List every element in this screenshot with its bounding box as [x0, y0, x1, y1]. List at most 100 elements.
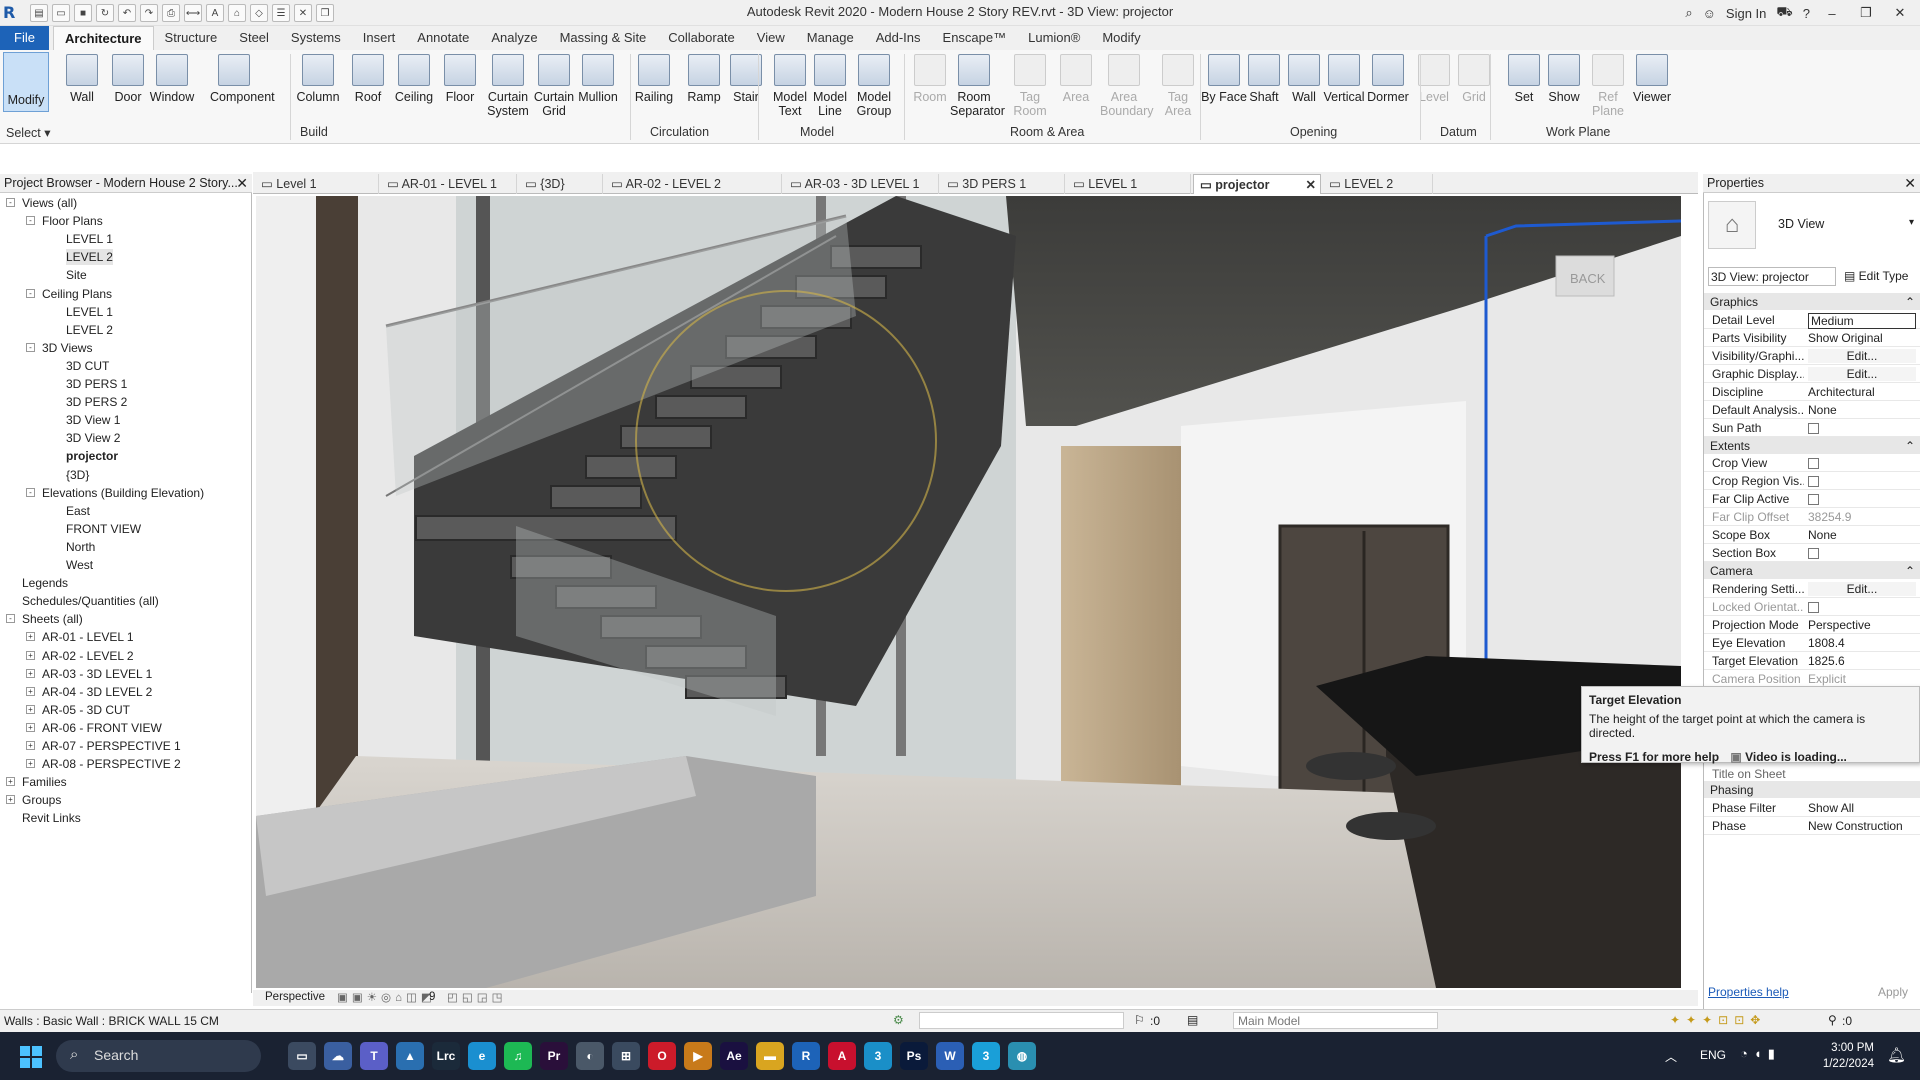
ribbon-tab-manage[interactable]: Manage — [796, 26, 865, 50]
chevron-up-icon[interactable]: ︿ — [1665, 1048, 1677, 1065]
ribbon-tab-steel[interactable]: Steel — [228, 26, 280, 50]
expand-icon[interactable]: + — [26, 668, 35, 678]
tree-item[interactable]: North — [66, 539, 95, 555]
notification-icon[interactable]: 🔔︎ — [1887, 1046, 1906, 1064]
tree-item[interactable]: Groups — [22, 792, 61, 808]
worksharing-icon[interactable]: ⚙ — [893, 1013, 904, 1027]
tree-item[interactable]: 3D CUT — [66, 358, 109, 374]
show-button[interactable]: Show — [1540, 54, 1588, 104]
tree-item[interactable]: FRONT VIEW — [66, 521, 141, 537]
property-checkbox[interactable] — [1808, 456, 1916, 470]
tree-item[interactable]: AR-06 - FRONT VIEW — [42, 720, 162, 736]
ribbon-tab-view[interactable]: View — [746, 26, 796, 50]
collapse-icon[interactable]: - — [6, 198, 15, 207]
property-group-header[interactable]: Phasing — [1704, 781, 1920, 798]
checkbox[interactable] — [1808, 476, 1819, 488]
property-group-header[interactable]: Extents ⌃ — [1704, 436, 1920, 454]
ribbon-tab-architecture[interactable]: Architecture — [52, 26, 154, 50]
onedrive-icon[interactable]: ☁ — [324, 1042, 352, 1070]
select-dropdown[interactable]: Select ▾ — [6, 125, 51, 140]
expand-icon[interactable]: + — [26, 722, 35, 732]
tree-item[interactable]: AR-07 - PERSPECTIVE 1 — [42, 738, 181, 754]
sign-in-link[interactable]: Sign In — [1726, 6, 1766, 21]
tree-item[interactable]: LEVEL 2 — [66, 249, 113, 266]
room-button[interactable]: Room — [906, 54, 954, 104]
restore-icon[interactable]: ❐ — [1854, 5, 1878, 21]
tree-item[interactable]: {3D} — [66, 467, 89, 483]
ribbon-tab-structure[interactable]: Structure — [154, 26, 229, 50]
tree-item[interactable]: 3D PERS 1 — [66, 376, 127, 392]
tree-item[interactable]: AR-08 - PERSPECTIVE 2 — [42, 756, 181, 772]
tree-item[interactable]: 3D View 2 — [66, 430, 120, 446]
ribbon-tab-enscape-[interactable]: Enscape™ — [932, 26, 1018, 50]
tree-item[interactable]: East — [66, 503, 90, 519]
expand-icon[interactable]: + — [26, 741, 35, 750]
expand-icon[interactable]: + — [26, 650, 35, 660]
design-option-dropdown[interactable]: Main Model — [1233, 1012, 1438, 1029]
tree-item[interactable]: Sheets (all) — [22, 611, 83, 627]
tree-item[interactable]: Families — [22, 774, 67, 790]
expand-icon[interactable]: + — [26, 632, 35, 642]
dormer-button[interactable]: Dormer — [1364, 54, 1412, 104]
property-group-header[interactable]: Graphics ⌃ — [1704, 293, 1920, 310]
vertical-button[interactable]: Vertical — [1320, 54, 1368, 104]
lightroom-icon[interactable]: Lrc — [432, 1042, 460, 1070]
viewer-button[interactable]: Viewer — [1628, 54, 1676, 104]
collapse-icon[interactable]: - — [26, 487, 35, 497]
ribbon-tab-massing-site[interactable]: Massing & Site — [549, 26, 658, 50]
app-sphere-icon[interactable]: ◐ — [576, 1042, 604, 1070]
edge-icon[interactable]: e — [468, 1042, 496, 1070]
workset-dropdown[interactable] — [919, 1012, 1124, 1029]
tree-item[interactable]: LEVEL 2 — [66, 322, 113, 338]
view-control-icons[interactable]: ▣▣☀◎⌂◫◩ — [337, 990, 436, 1004]
tree-item[interactable]: 3D PERS 2 — [66, 394, 127, 410]
property-value[interactable]: Perspective — [1808, 618, 1916, 632]
tree-item[interactable]: West — [66, 557, 93, 573]
minimize-icon[interactable]: ‒ — [1820, 6, 1844, 21]
view-tab[interactable]: ▭ LEVEL 1 — [1067, 174, 1191, 194]
window-button[interactable]: Window — [148, 54, 196, 104]
ramp-button[interactable]: Ramp — [680, 54, 728, 104]
file-explorer-icon[interactable]: ▭ — [288, 1042, 316, 1070]
windows-start-icon[interactable] — [20, 1046, 42, 1068]
curtain-grid-button[interactable]: Curtain Grid — [530, 54, 578, 118]
spotify-icon[interactable]: ♫ — [504, 1042, 532, 1070]
folder-icon[interactable]: ▬ — [756, 1042, 784, 1070]
edit-button[interactable]: Edit... — [1808, 348, 1916, 363]
property-value[interactable]: 1808.4 — [1808, 636, 1916, 650]
tree-item[interactable]: Site — [66, 267, 87, 283]
properties-help-link[interactable]: Properties help — [1708, 985, 1789, 999]
collapse-icon[interactable]: - — [26, 216, 35, 226]
ceiling-button[interactable]: Ceiling — [390, 54, 438, 104]
property-value[interactable]: New Construction — [1808, 819, 1916, 833]
collapse-group-icon[interactable]: ⌃ — [1905, 295, 1915, 309]
column-button[interactable]: Column — [294, 54, 342, 104]
property-value[interactable]: None — [1808, 528, 1916, 542]
close-icon[interactable]: ✕ — [1888, 5, 1912, 21]
3d-viewport[interactable]: BACK — [256, 196, 1681, 988]
tree-item[interactable]: Schedules/Quantities (all) — [22, 593, 159, 609]
edit-button[interactable]: Edit... — [1808, 581, 1916, 596]
edit-button[interactable]: Edit... — [1808, 366, 1916, 381]
ribbon-tab-analyze[interactable]: Analyze — [480, 26, 548, 50]
collapse-group-icon[interactable]: ⌃ — [1905, 439, 1915, 453]
checkbox[interactable] — [1808, 422, 1819, 434]
cart-icon[interactable]: ⛟ — [1776, 4, 1792, 22]
stair-button[interactable]: Stair — [722, 54, 770, 104]
tag-area-button[interactable]: Tag Area — [1154, 54, 1202, 118]
model-group-button[interactable]: Model Group — [850, 54, 898, 118]
ribbon-tab-modify[interactable]: Modify — [1091, 26, 1151, 50]
ribbon-tab-lumion-[interactable]: Lumion® — [1017, 26, 1091, 50]
photos-icon[interactable]: ▲ — [396, 1042, 424, 1070]
close-icon[interactable]: ✕ — [1904, 175, 1916, 192]
tree-item[interactable]: Revit Links — [22, 810, 81, 826]
after-effects-icon[interactable]: Ae — [720, 1042, 748, 1070]
apply-button[interactable]: Apply — [1878, 985, 1908, 999]
collapse-icon[interactable]: - — [26, 288, 35, 298]
view-tab[interactable]: ▭ AR-02 - LEVEL 2 — [605, 174, 782, 194]
property-checkbox[interactable] — [1808, 421, 1916, 435]
checkbox[interactable] — [1808, 494, 1819, 506]
view-control-icons-2[interactable]: ◰◱◲◳ — [447, 990, 506, 1004]
wall-button[interactable]: Wall — [58, 54, 106, 104]
selection-toggle-icons[interactable]: ✦✦✦⊡⊡✥ — [1670, 1013, 1766, 1027]
